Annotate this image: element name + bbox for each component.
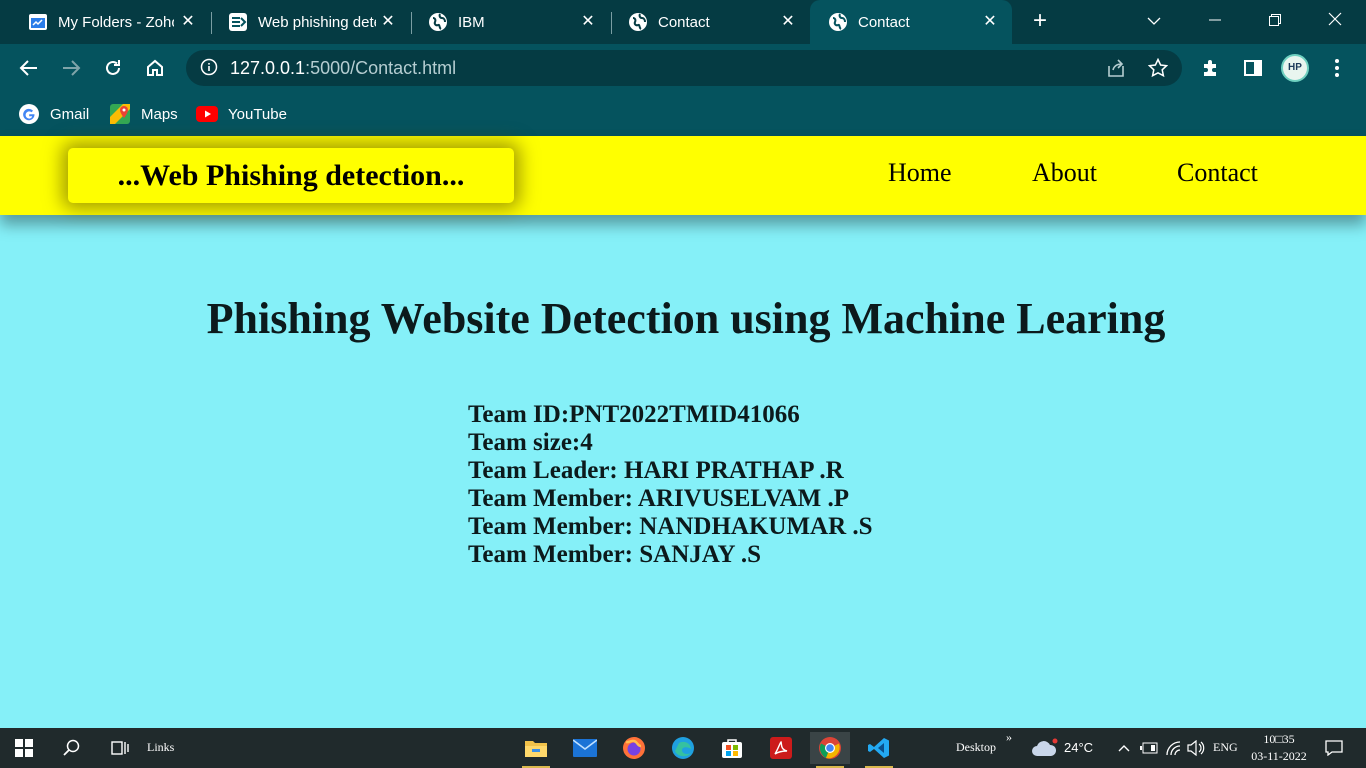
tab-close-icon[interactable]: ✕ bbox=[980, 12, 1000, 32]
browser-toolbar: 127.0.0.1:5000/Contact.html HP bbox=[0, 44, 1366, 92]
address-bar[interactable]: 127.0.0.1:5000/Contact.html bbox=[186, 50, 1182, 86]
tab-title: Contact bbox=[658, 13, 710, 31]
weather-cloud-icon[interactable] bbox=[1026, 732, 1062, 764]
mail-icon[interactable] bbox=[565, 732, 605, 764]
tab-web-phishing[interactable]: Web phishing dete ✕ bbox=[200, 0, 410, 44]
file-explorer-icon[interactable] bbox=[516, 732, 556, 768]
team-id: Team ID:PNT2022TMID41066 bbox=[468, 401, 800, 428]
url-text[interactable]: 127.0.0.1:5000/Contact.html bbox=[230, 58, 456, 79]
tab-contact-1[interactable]: Contact ✕ bbox=[600, 0, 810, 44]
url-path: :5000/Contact.html bbox=[305, 58, 457, 78]
volume-icon[interactable] bbox=[1184, 732, 1208, 764]
site-info-icon[interactable] bbox=[200, 58, 218, 81]
tab-title: My Folders - Zoho bbox=[58, 13, 174, 31]
clock[interactable]: 10□35 03-11-2022 bbox=[1244, 731, 1314, 765]
wifi-icon[interactable] bbox=[1162, 732, 1184, 764]
chevron-up-icon[interactable] bbox=[1114, 732, 1134, 764]
zoho-folder-icon bbox=[28, 12, 48, 32]
team-member: Team Member: SANJAY .S bbox=[468, 541, 762, 568]
windows-taskbar: Links Desktop » 24°C ENG 10□35 03-11-202… bbox=[0, 728, 1366, 768]
bookmark-maps[interactable]: Maps bbox=[109, 103, 178, 125]
google-icon bbox=[18, 103, 40, 125]
url-host: 127.0.0.1 bbox=[230, 58, 306, 78]
extensions-puzzle-icon[interactable] bbox=[1197, 54, 1225, 82]
tab-title: IBM bbox=[458, 13, 485, 31]
share-icon[interactable] bbox=[1104, 56, 1128, 80]
tab-my-folders[interactable]: My Folders - Zoho ✕ bbox=[0, 0, 210, 44]
task-view-icon[interactable] bbox=[100, 732, 140, 764]
home-icon[interactable] bbox=[141, 54, 169, 82]
profile-avatar[interactable]: HP bbox=[1281, 54, 1309, 82]
tab-close-icon[interactable]: ✕ bbox=[378, 12, 398, 32]
clock-time: 10□35 bbox=[1263, 732, 1295, 746]
close-window-button[interactable] bbox=[1321, 8, 1349, 36]
forward-arrow-icon[interactable] bbox=[57, 54, 85, 82]
browser-tab-strip: My Folders - Zoho ✕ Web phishing dete ✕ … bbox=[0, 0, 1366, 44]
edge-icon[interactable] bbox=[663, 732, 703, 764]
team-leader: Team Leader: HARI PRATHAP .R bbox=[468, 457, 844, 484]
bookmark-label: Maps bbox=[141, 105, 178, 123]
site-brand-title[interactable]: ...Web Phishing detection... bbox=[68, 148, 514, 203]
bookmark-label: YouTube bbox=[228, 105, 287, 123]
site-header: ...Web Phishing detection... Home About … bbox=[0, 136, 1366, 215]
back-arrow-icon[interactable] bbox=[15, 54, 43, 82]
tab-search-chevron-icon[interactable] bbox=[1140, 8, 1168, 36]
toolbar-overflow-chevron[interactable]: » bbox=[1006, 730, 1012, 745]
reload-icon[interactable] bbox=[99, 54, 127, 82]
vscode-icon[interactable] bbox=[859, 732, 899, 768]
bookmark-label: Gmail bbox=[50, 105, 90, 123]
clock-date: 03-11-2022 bbox=[1251, 749, 1307, 763]
bookmark-gmail[interactable]: Gmail bbox=[18, 103, 89, 125]
tab-ibm[interactable]: IBM ✕ bbox=[400, 0, 610, 44]
tab-close-icon[interactable]: ✕ bbox=[778, 12, 798, 32]
team-size: Team size:4 bbox=[468, 429, 593, 456]
new-tab-button[interactable]: + bbox=[1028, 9, 1052, 34]
microsoft-store-icon[interactable] bbox=[712, 732, 752, 764]
minimize-button[interactable] bbox=[1201, 8, 1229, 36]
nav-link-home[interactable]: Home bbox=[888, 158, 952, 188]
search-icon[interactable] bbox=[52, 732, 92, 764]
weather-temperature[interactable]: 24°C bbox=[1064, 740, 1093, 755]
tab-title: Web phishing dete bbox=[258, 13, 376, 31]
bookmark-star-icon[interactable] bbox=[1146, 56, 1170, 80]
desktop-toolbar-label[interactable]: Desktop bbox=[956, 740, 996, 755]
chrome-icon[interactable] bbox=[810, 732, 850, 768]
bookmarks-bar: Gmail Maps YouTube bbox=[0, 92, 1366, 136]
battery-icon[interactable] bbox=[1138, 732, 1160, 764]
nav-link-contact[interactable]: Contact bbox=[1177, 158, 1258, 188]
globe-icon bbox=[828, 12, 848, 32]
windows-start-icon[interactable] bbox=[4, 732, 44, 764]
page-title: Phishing Website Detection using Machine… bbox=[206, 294, 1166, 343]
youtube-icon bbox=[196, 103, 218, 125]
notification-icon[interactable] bbox=[1314, 732, 1354, 764]
maps-icon bbox=[109, 103, 131, 125]
document-icon bbox=[228, 12, 248, 32]
side-panel-icon[interactable] bbox=[1239, 54, 1267, 82]
restore-button[interactable] bbox=[1261, 8, 1289, 36]
globe-icon bbox=[628, 12, 648, 32]
menu-kebab-icon[interactable] bbox=[1323, 54, 1351, 82]
bookmark-youtube[interactable]: YouTube bbox=[196, 103, 287, 125]
acrobat-reader-icon[interactable] bbox=[761, 732, 801, 764]
globe-icon bbox=[428, 12, 448, 32]
links-toolbar-label[interactable]: Links bbox=[147, 740, 174, 755]
tab-title: Contact bbox=[858, 13, 910, 31]
input-language[interactable]: ENG bbox=[1213, 740, 1238, 755]
team-details: Team ID:PNT2022TMID41066 Team size:4 Tea… bbox=[468, 401, 873, 569]
team-member: Team Member: NANDHAKUMAR .S bbox=[468, 513, 873, 540]
firefox-icon[interactable] bbox=[614, 732, 654, 764]
tab-close-icon[interactable]: ✕ bbox=[178, 12, 198, 32]
nav-link-about[interactable]: About bbox=[1032, 158, 1097, 188]
tab-close-icon[interactable]: ✕ bbox=[578, 12, 598, 32]
tab-contact-active[interactable]: Contact ✕ bbox=[810, 0, 1012, 44]
team-member: Team Member: ARIVUSELVAM .P bbox=[468, 485, 850, 512]
